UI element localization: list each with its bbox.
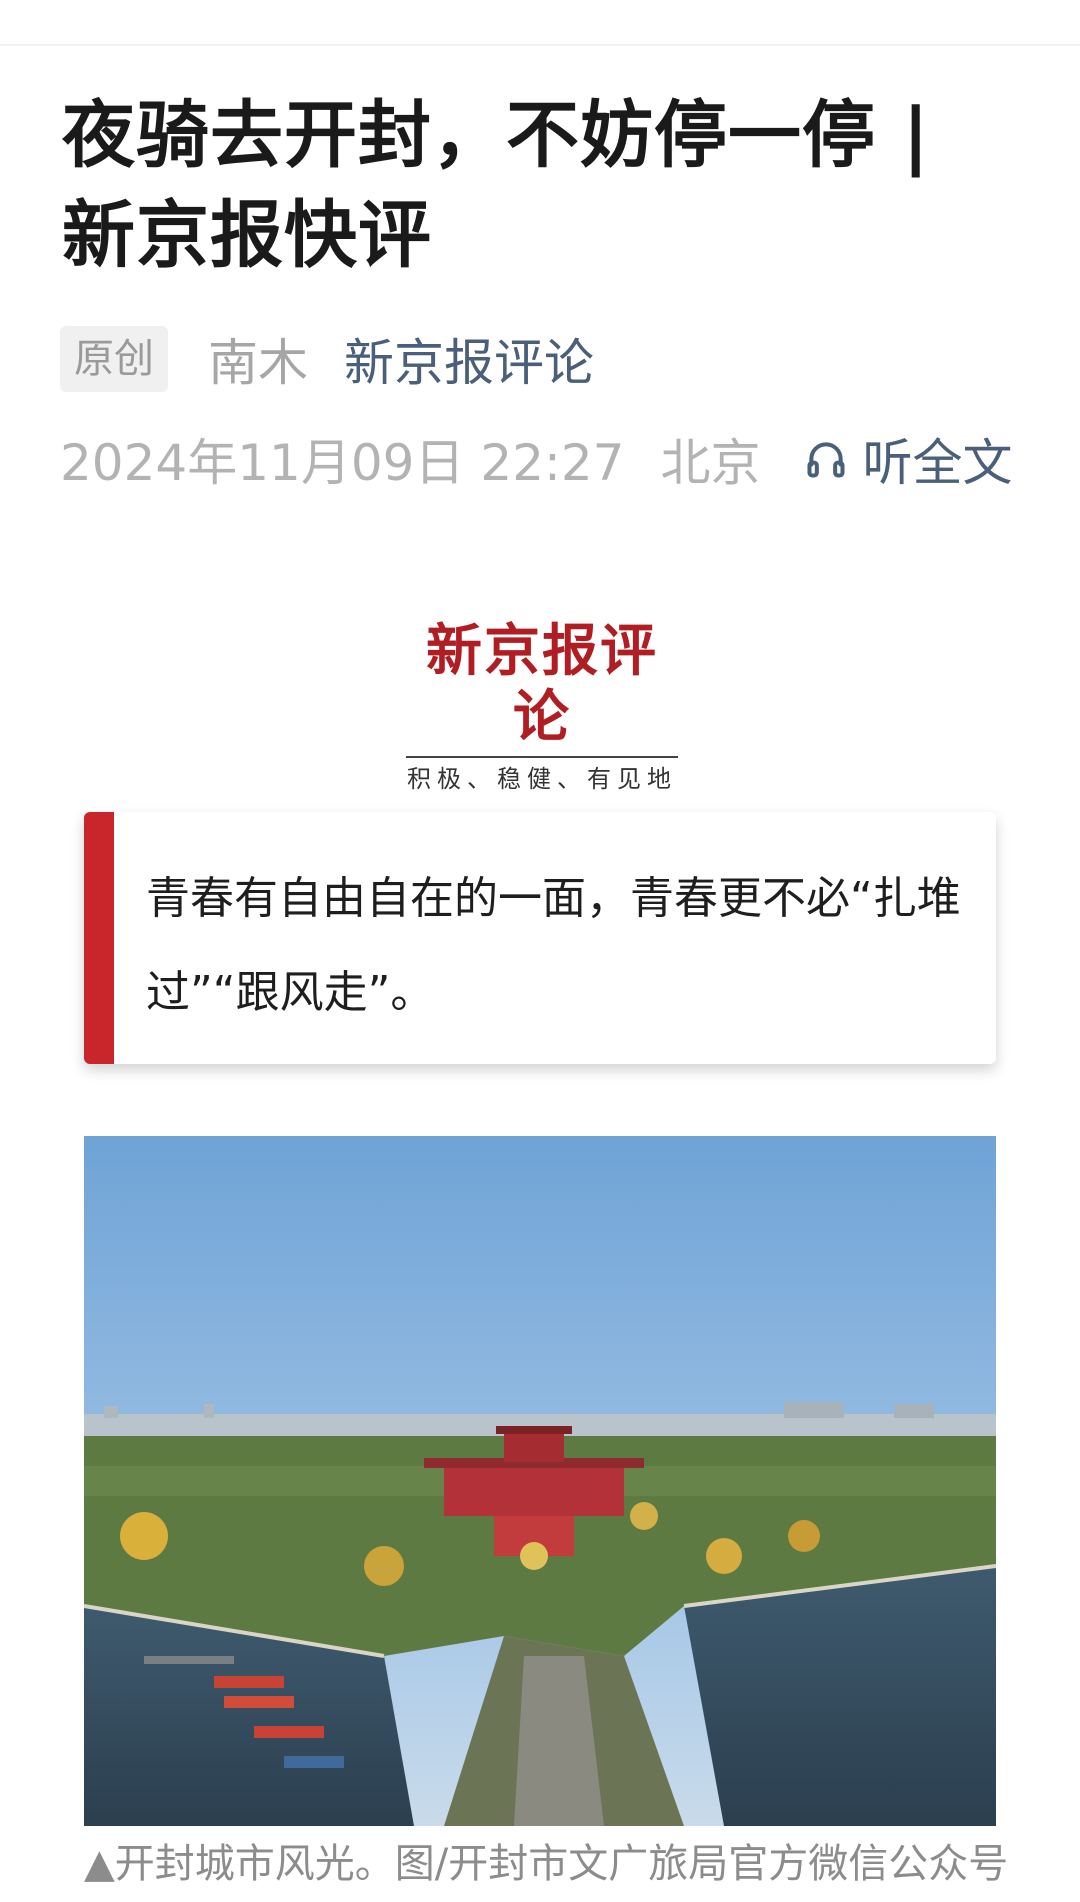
brand-logo: 新京报评论 积极、稳健、有见地 [400,618,684,796]
headphones-icon [807,442,846,478]
photo-caption: ▲开封城市风光。图/开封市文广旅局官方微信公众号 [84,1841,1009,1887]
source-account-link[interactable]: 新京报评论 [344,323,594,395]
article-photo[interactable] [84,1136,996,1826]
listen-label: 听全文 [862,434,1013,492]
publish-date: 2024年11月09日 22:27 [60,434,625,492]
original-badge: 原创 [60,326,168,392]
quote-text: 青春有自由自在的一面，青春更不必“扎堆过”“跟风走”。 [146,873,961,1018]
article-title: 夜骑去开封，不妨停一停 | 新京报快评 [62,93,931,278]
author-name[interactable]: 南木 [208,323,308,395]
publish-info: 2024年11月09日 22:27 北京 听全文 [60,424,1012,494]
pull-quote: 青春有自由自在的一面，青春更不必“扎堆过”“跟风走”。 [84,812,996,1064]
kaifeng-aerial-photo [84,1136,996,1826]
logo-divider [406,756,678,758]
top-divider [0,44,1080,46]
article-meta: 原创 南木 新京报评论 [60,324,594,394]
quote-accent-bar [84,812,114,1064]
logo-slogan: 积极、稳健、有见地 [407,765,677,793]
publish-location: 北京 [660,434,761,492]
logo-title: 新京报评论 [426,618,658,750]
listen-button[interactable]: 听全文 [804,423,1012,495]
